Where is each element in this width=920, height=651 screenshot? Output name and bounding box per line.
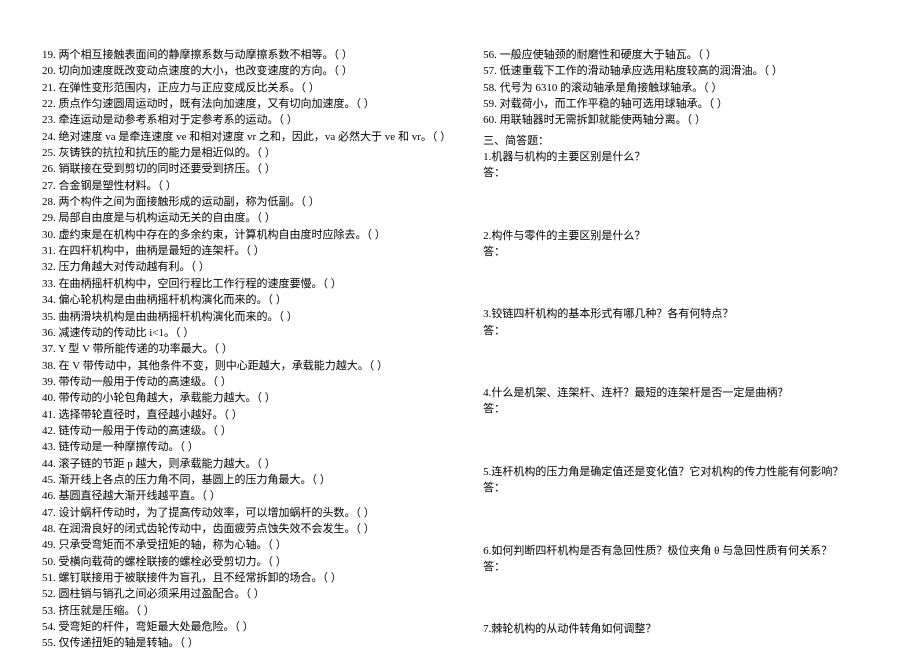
answer-label: 答： bbox=[483, 560, 878, 575]
tf-item: 28. 两个构件之间为面接触形成的运动副，称为低副。（ ） bbox=[42, 195, 451, 210]
tf-item: 45. 渐开线上各点的压力角不同，基圆上的压力角最大。（ ） bbox=[42, 473, 451, 488]
right-column: 56. 一般应使轴颈的耐磨性和硬度大于轴瓦。（ ） 57. 低速重载下工作的滑动… bbox=[483, 48, 878, 620]
tf-item: 21. 在弹性变形范围内，正应力与正应变成反比关系。（ ） bbox=[42, 81, 451, 96]
answer-label: 答： bbox=[483, 324, 878, 339]
question-text: 6.如何判断四杆机构是否有急回性质？极位夹角 θ 与急回性质有何关系？ bbox=[483, 544, 878, 559]
tf-item: 36. 减速传动的传动比 i<1。（ ） bbox=[42, 326, 451, 341]
tf-item: 31. 在四杆机构中，曲柄是最短的连架杆。（ ） bbox=[42, 244, 451, 259]
tf-item: 43. 链传动是一种摩擦传动。（ ） bbox=[42, 440, 451, 455]
tf-item: 54. 受弯矩的杆件，弯矩最大处最危险。（ ） bbox=[42, 620, 451, 635]
tf-item: 23. 牵连运动是动参考系相对于定参考系的运动。（ ） bbox=[42, 113, 451, 128]
tf-item: 53. 挤压就是压缩。（ ） bbox=[42, 604, 451, 619]
tf-item: 48. 在润滑良好的闭式齿轮传动中，齿面疲劳点蚀失效不会发生。（ ） bbox=[42, 522, 451, 537]
answer-label: 答： bbox=[483, 481, 878, 496]
tf-item: 56. 一般应使轴颈的耐磨性和硬度大于轴瓦。（ ） bbox=[483, 48, 878, 63]
answer-label: 答： bbox=[483, 166, 878, 181]
tf-item: 40. 带传动的小轮包角越大，承载能力越大。（ ） bbox=[42, 391, 451, 406]
tf-item: 33. 在曲柄摇杆机构中，空回行程比工作行程的速度要慢。（ ） bbox=[42, 277, 451, 292]
tf-item: 22. 质点作匀速圆周运动时，既有法向加速度，又有切向加速度。（ ） bbox=[42, 97, 451, 112]
short-answer-item: 4.什么是机架、连架杆、连杆？最短的连架杆是否一定是曲柄？ 答： bbox=[483, 386, 878, 419]
short-answer-item: 7.棘轮机构的从动件转角如何调整？ bbox=[483, 622, 878, 638]
answer-label: 答： bbox=[483, 245, 878, 260]
short-answer-item: 6.如何判断四杆机构是否有急回性质？极位夹角 θ 与急回性质有何关系？ 答： bbox=[483, 544, 878, 577]
tf-item: 51. 螺钉联接用于被联接件为盲孔，且不经常拆卸的场合。（ ） bbox=[42, 571, 451, 586]
short-answer-item: 3.铰链四杆机构的基本形式有哪几种？各有何特点？ 答： bbox=[483, 307, 878, 340]
tf-item: 44. 滚子链的节距 p 越大，则承载能力越大。（ ） bbox=[42, 457, 451, 472]
question-text: 7.棘轮机构的从动件转角如何调整？ bbox=[483, 622, 878, 637]
question-text: 3.铰链四杆机构的基本形式有哪几种？各有何特点？ bbox=[483, 307, 878, 322]
question-text: 4.什么是机架、连架杆、连杆？最短的连架杆是否一定是曲柄？ bbox=[483, 386, 878, 401]
exam-page: 19. 两个相互接触表面间的静摩擦系数与动摩擦系数不相等。（ ） 20. 切向加… bbox=[0, 0, 920, 650]
question-text: 1.机器与机构的主要区别是什么？ bbox=[483, 150, 878, 165]
tf-item: 58. 代号为 6310 的滚动轴承是角接触球轴承。（ ） bbox=[483, 81, 878, 96]
tf-item: 24. 绝对速度 va 是牵连速度 ve 和相对速度 vr 之和，因此，va 必… bbox=[42, 130, 451, 145]
short-answer-item: 5.连杆机构的压力角是确定值还是变化值？它对机构的传力性能有何影响？ 答： bbox=[483, 465, 878, 498]
short-answer-item: 1.机器与机构的主要区别是什么？ 答： bbox=[483, 150, 878, 183]
tf-item: 32. 压力角越大对传动越有利。（ ） bbox=[42, 260, 451, 275]
tf-item: 27. 合金钢是塑性材料。（ ） bbox=[42, 179, 451, 194]
tf-item: 60. 用联轴器时无需拆卸就能使两轴分离。（ ） bbox=[483, 113, 878, 128]
tf-item: 55. 仅传递扭矩的轴是转轴。（ ） bbox=[42, 636, 451, 651]
question-text: 5.连杆机构的压力角是确定值还是变化值？它对机构的传力性能有何影响？ bbox=[483, 465, 878, 480]
tf-item: 50. 受横向载荷的螺栓联接的螺栓必受剪切力。（ ） bbox=[42, 555, 451, 570]
tf-item: 59. 对载荷小，而工作平稳的轴可选用球轴承。（ ） bbox=[483, 97, 878, 112]
tf-item: 41. 选择带轮直径时，直径越小越好。（ ） bbox=[42, 408, 451, 423]
tf-item: 49. 只承受弯矩而不承受扭矩的轴，称为心轴。（ ） bbox=[42, 538, 451, 553]
short-answer-item: 2.构件与零件的主要区别是什么？ 答： bbox=[483, 229, 878, 262]
tf-item: 20. 切向加速度既改变动点速度的大小，也改变速度的方向。（ ） bbox=[42, 64, 451, 79]
tf-item: 29. 局部自由度是与机构运动无关的自由度。（ ） bbox=[42, 211, 451, 226]
tf-item: 19. 两个相互接触表面间的静摩擦系数与动摩擦系数不相等。（ ） bbox=[42, 48, 451, 63]
tf-item: 39. 带传动一般用于传动的高速级。（ ） bbox=[42, 375, 451, 390]
tf-item: 42. 链传动一般用于传动的高速级。（ ） bbox=[42, 424, 451, 439]
tf-item: 25. 灰铸铁的抗拉和抗压的能力是相近似的。（ ） bbox=[42, 146, 451, 161]
tf-item: 37. Y 型 V 带所能传递的功率最大。（ ） bbox=[42, 342, 451, 357]
tf-item: 26. 销联接在受到剪切的同时还要受到挤压。（ ） bbox=[42, 162, 451, 177]
tf-item: 38. 在 V 带传动中，其他条件不变，则中心距越大，承载能力越大。（ ） bbox=[42, 359, 451, 374]
tf-item: 35. 曲柄滑块机构是由曲柄摇杆机构演化而来的。（ ） bbox=[42, 310, 451, 325]
tf-item: 57. 低速重载下工作的滑动轴承应选用粘度较高的润滑油。（ ） bbox=[483, 64, 878, 79]
tf-item: 47. 设计蜗杆传动时，为了提高传动效率，可以增加蜗杆的头数。（ ） bbox=[42, 506, 451, 521]
tf-item: 30. 虚约束是在机构中存在的多余约束，计算机构自由度时应除去。（ ） bbox=[42, 228, 451, 243]
tf-item: 34. 偏心轮机构是由曲柄摇杆机构演化而来的。（ ） bbox=[42, 293, 451, 308]
question-text: 2.构件与零件的主要区别是什么？ bbox=[483, 229, 878, 244]
tf-item: 52. 圆柱销与销孔之间必须采用过盈配合。（ ） bbox=[42, 587, 451, 602]
section-title: 三、简答题： bbox=[483, 134, 878, 149]
left-column: 19. 两个相互接触表面间的静摩擦系数与动摩擦系数不相等。（ ） 20. 切向加… bbox=[42, 48, 451, 620]
answer-label: 答： bbox=[483, 402, 878, 417]
tf-item: 46. 基圆直径越大渐开线越平直。（ ） bbox=[42, 489, 451, 504]
